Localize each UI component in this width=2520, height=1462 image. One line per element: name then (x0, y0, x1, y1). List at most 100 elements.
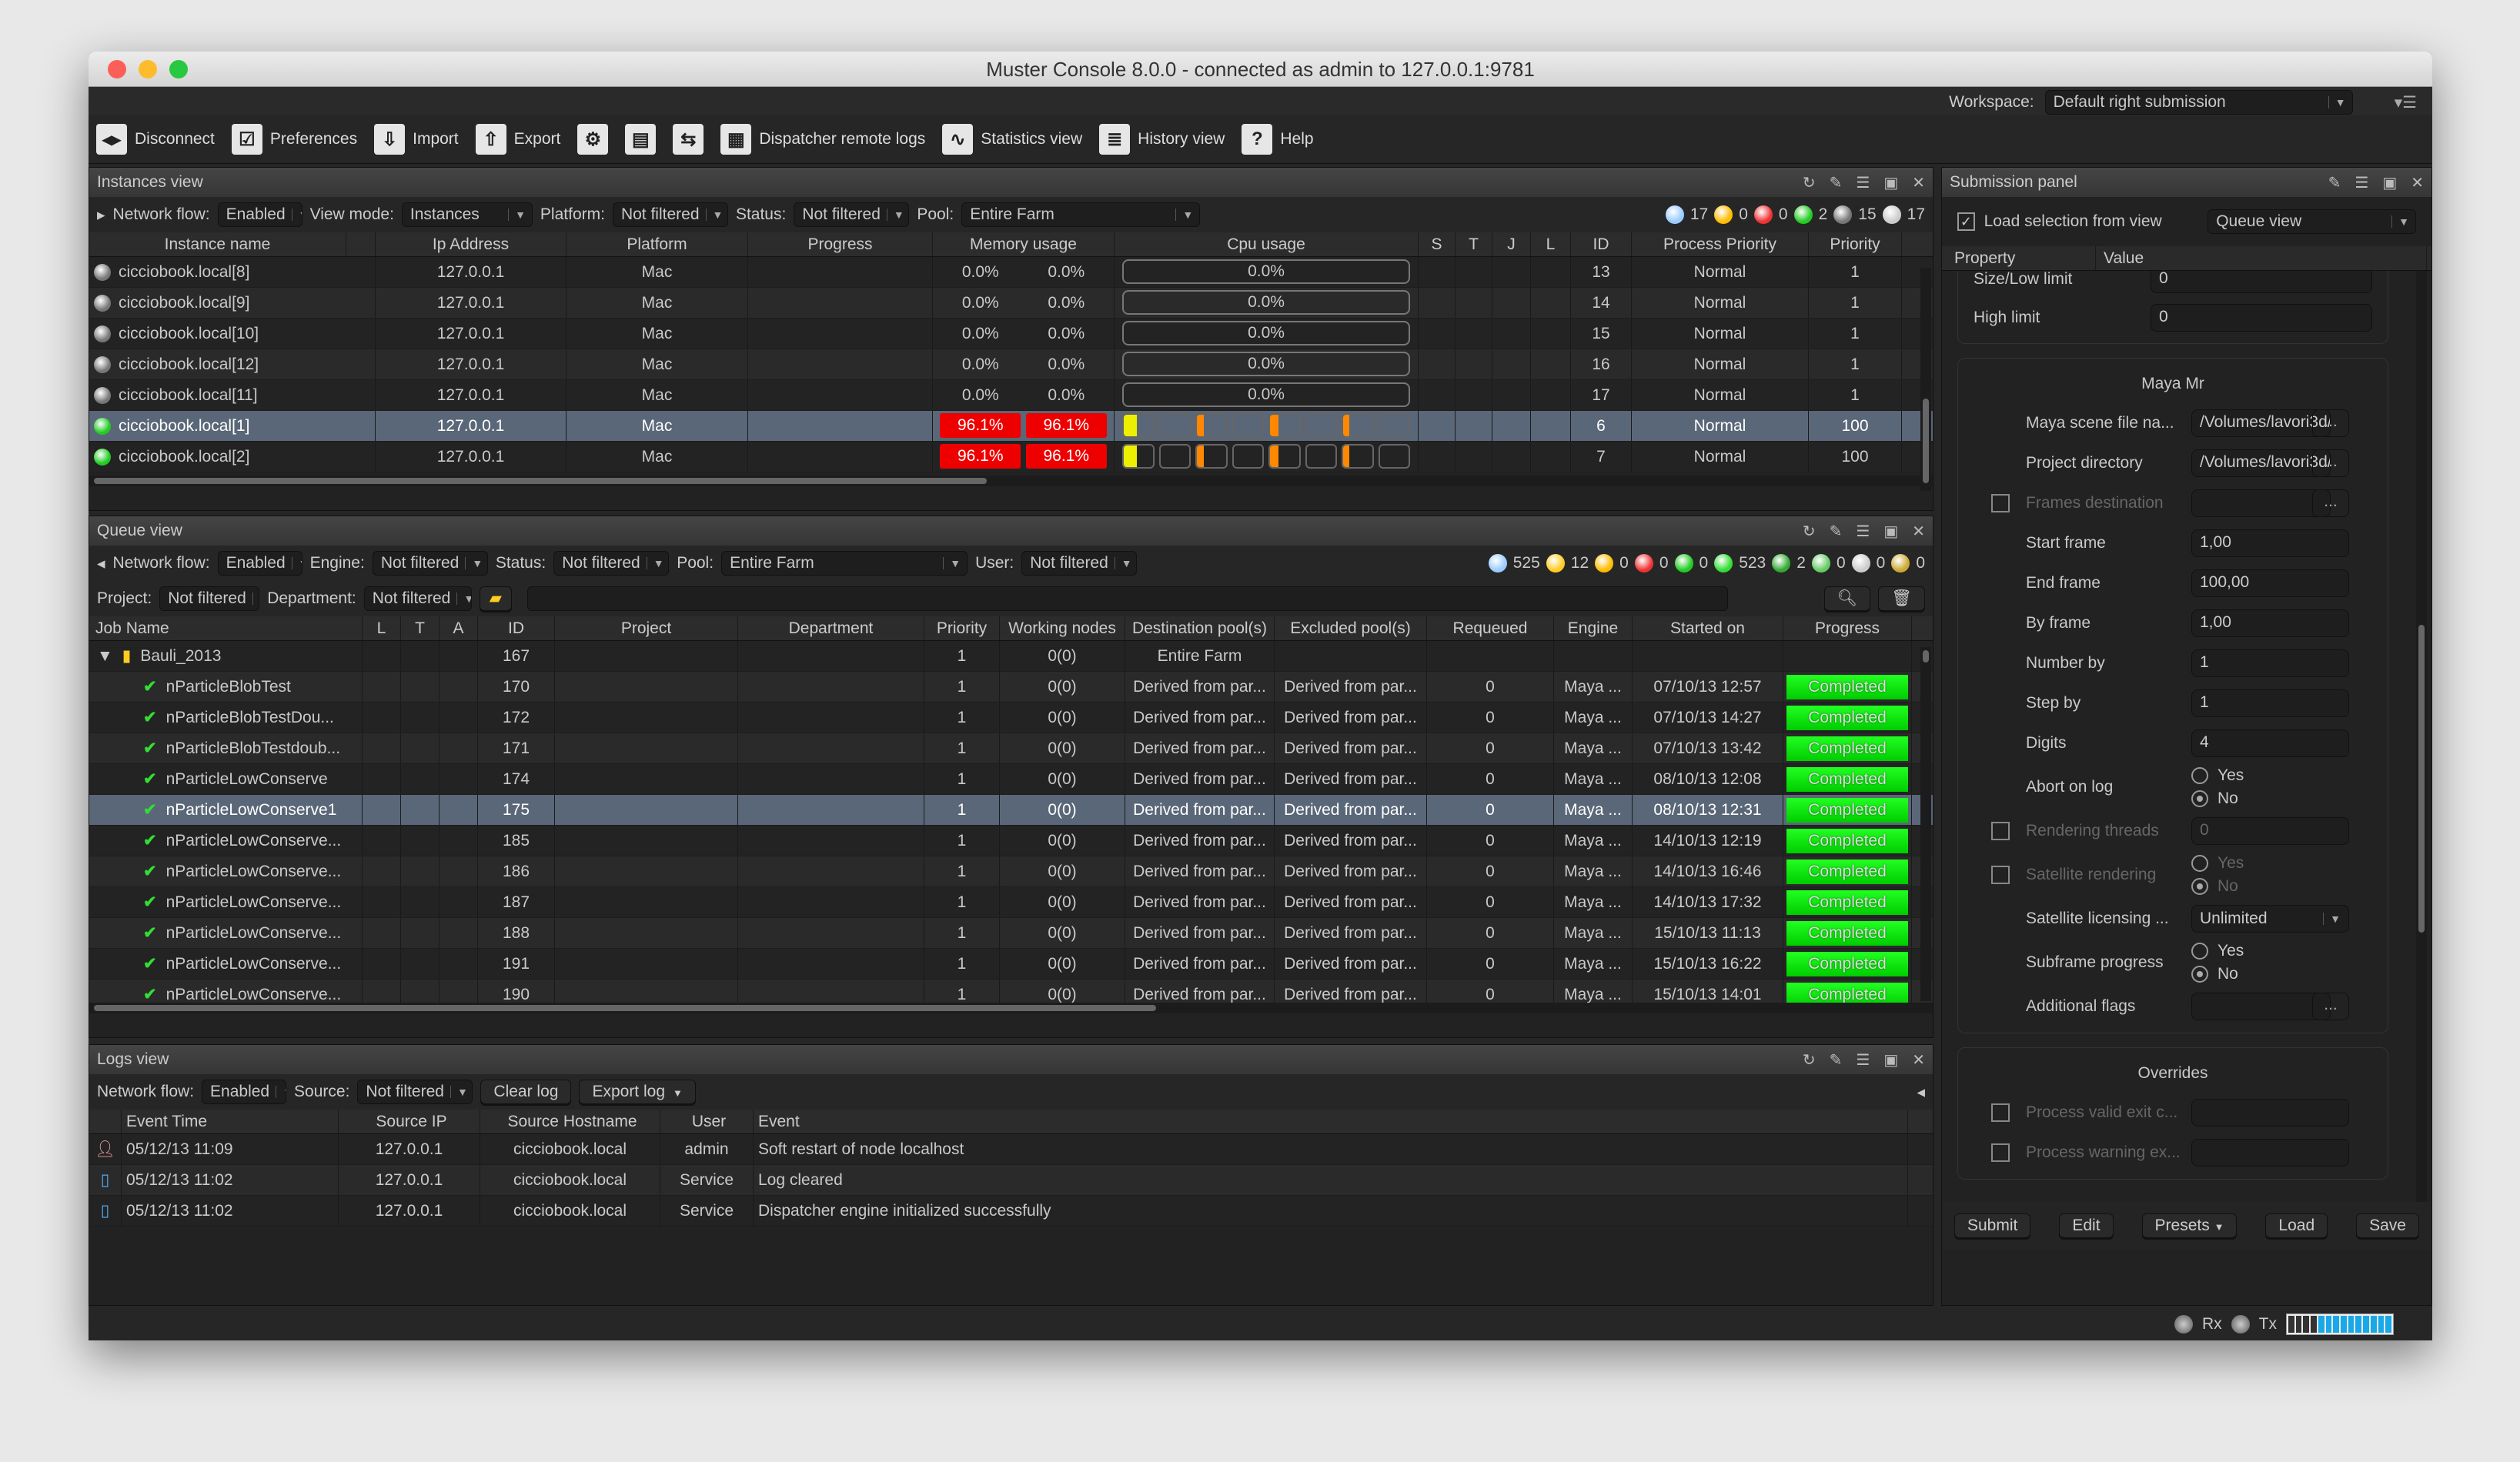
column-header[interactable]: Progress (748, 232, 933, 256)
property-input[interactable]: 1,00 (2191, 609, 2349, 637)
instance-row[interactable]: cicciobook.local[9] 127.0.0.1 Mac 0.0% 0.0% 0… (89, 288, 1933, 319)
workspace-menu-icon[interactable]: ▾☰ (2395, 93, 2417, 112)
source-view-select[interactable]: Queue view ▼ (2208, 209, 2416, 234)
column-header[interactable]: Started on (1633, 616, 1783, 640)
menu-icon[interactable]: ☰ (1856, 1050, 1870, 1070)
radio-option-yes[interactable]: Yes (2191, 764, 2244, 787)
column-header[interactable]: Requeued (1427, 616, 1554, 640)
column-header[interactable]: Instance name (89, 232, 346, 256)
zoom-window-button[interactable] (169, 60, 188, 78)
toolbar-button-history-view[interactable]: ≣ History view (1099, 124, 1225, 155)
close-window-button[interactable] (108, 60, 126, 78)
menu-icon[interactable]: ☰ (1856, 522, 1870, 541)
user-select[interactable]: Not filtered ▼ (1021, 551, 1138, 576)
browse-button[interactable]: ... (2312, 409, 2349, 437)
enable-checkbox[interactable] (1991, 822, 2010, 840)
job-row[interactable]: ✔ nParticleBlobTestdoub... 171 1 0(0) Derived… (89, 733, 1933, 764)
pin-icon[interactable]: ✎ (1830, 1050, 1843, 1070)
column-header[interactable] (89, 1110, 122, 1133)
radio-button[interactable] (2191, 878, 2208, 896)
close-icon[interactable]: ✕ (1912, 173, 1925, 192)
property-input[interactable]: 4 (2191, 729, 2349, 757)
department-select[interactable]: Not filtered ▼ (363, 586, 472, 611)
property-input[interactable]: 0 (2151, 271, 2372, 293)
queue-vertical-scrollbar[interactable] (1920, 647, 1931, 1001)
toolbar-button-help[interactable]: ? Help (1242, 124, 1314, 155)
job-row[interactable]: ✔ nParticleLowConserve 174 1 0(0) Derived fro… (89, 764, 1933, 795)
job-row[interactable]: ✔ nParticleLowConserve1 175 1 0(0) Derived fr… (89, 795, 1933, 826)
export-log-button[interactable]: Export log ▼ (579, 1080, 696, 1104)
property-input[interactable]: 0 (2151, 304, 2372, 332)
column-header[interactable]: S (1419, 232, 1456, 256)
view-mode-select[interactable]: Instances ▼ (401, 202, 533, 227)
minimize-window-button[interactable] (139, 60, 157, 78)
network-flow-select[interactable]: Enabled ▼ (217, 202, 302, 227)
folder-filter-button[interactable]: ▰ (479, 586, 512, 611)
edit-button[interactable]: Edit (2059, 1213, 2114, 1238)
job-row[interactable]: ✔ nParticleLowConserve... 185 1 0(0) Derived … (89, 826, 1933, 856)
column-header[interactable]: Priority (1809, 232, 1902, 256)
platform-select[interactable]: Not filtered ▼ (612, 202, 728, 227)
pin-icon[interactable]: ✎ (1830, 522, 1843, 541)
property-input[interactable]: 1 (2191, 689, 2349, 717)
close-icon[interactable]: ✕ (1912, 1050, 1925, 1070)
pin-icon[interactable]: ✎ (1830, 173, 1843, 192)
toolbar-button-disconnect[interactable]: ◂▸ Disconnect (96, 124, 215, 155)
pin-icon[interactable]: ✎ (2328, 173, 2341, 192)
property-input[interactable] (2191, 1139, 2349, 1167)
radio-button[interactable] (2191, 790, 2208, 808)
column-header[interactable]: L (363, 616, 401, 640)
instance-row[interactable]: cicciobook.local[8] 127.0.0.1 Mac 0.0% 0.0% 0… (89, 257, 1933, 288)
workspace-select[interactable]: Default right submission ▼ (2044, 90, 2353, 115)
column-header[interactable]: Progress (1783, 616, 1912, 640)
menu-icon[interactable]: ☰ (1856, 173, 1870, 192)
toolbar-button-preferences[interactable]: ☑ Preferences (231, 124, 357, 155)
instance-row[interactable]: cicciobook.local[2] 127.0.0.1 Mac 96.1% 96.1… (89, 442, 1933, 472)
property-select[interactable]: Unlimited ▼ (2191, 905, 2349, 933)
radio-option-no[interactable]: No (2191, 875, 2244, 898)
status-select[interactable]: Not filtered ▼ (794, 202, 910, 227)
collapse-arrow-icon[interactable]: ◂ (97, 554, 105, 573)
instance-row[interactable]: cicciobook.local[11] 127.0.0.1 Mac 0.0% 0.0%… (89, 380, 1933, 411)
enable-checkbox[interactable] (1991, 866, 2010, 884)
property-input[interactable]: 1 (2191, 649, 2349, 677)
toolbar-button-export[interactable]: ⇧ Export (475, 124, 560, 155)
property-input[interactable] (2191, 993, 2331, 1020)
log-source-select[interactable]: Not filtered ▼ (357, 1080, 473, 1104)
column-header[interactable] (346, 232, 376, 256)
property-input[interactable] (2191, 1099, 2349, 1127)
job-row[interactable]: ✔ nParticleLowConserve... 191 1 0(0) Derived … (89, 949, 1933, 980)
float-icon[interactable]: ▣ (1883, 1050, 1898, 1070)
column-header[interactable]: ID (478, 616, 555, 640)
column-header[interactable]: Event Time (122, 1110, 339, 1133)
job-row[interactable]: ✔ nParticleBlobTest 170 1 0(0) Derived from p… (89, 672, 1933, 703)
browse-button[interactable]: ... (2312, 489, 2349, 517)
job-row[interactable]: ✔ nParticleLowConserve... 190 1 0(0) Derived … (89, 980, 1933, 1003)
column-header[interactable]: Source Hostname (480, 1110, 660, 1133)
refresh-icon[interactable]: ↻ (1803, 522, 1816, 541)
expand-arrow-icon[interactable]: ▸ (97, 205, 105, 225)
pool-select[interactable]: Entire Farm ▼ (721, 551, 968, 576)
load-selection-checkbox[interactable]: ✓ (1957, 212, 1975, 231)
column-header[interactable]: T (401, 616, 439, 640)
job-row[interactable]: ✔ nParticleLowConserve... 187 1 0(0) Derived … (89, 887, 1933, 918)
column-header[interactable]: L (1531, 232, 1571, 256)
close-icon[interactable]: ✕ (2411, 173, 2424, 192)
browse-button[interactable]: ... (2312, 449, 2349, 477)
column-header[interactable]: Platform (566, 232, 748, 256)
column-header[interactable]: Priority (924, 616, 1000, 640)
column-header[interactable]: Department (738, 616, 924, 640)
column-header[interactable]: Memory usage (933, 232, 1115, 256)
property-input[interactable] (2191, 489, 2331, 517)
column-header[interactable]: Source IP (339, 1110, 480, 1133)
instance-row[interactable]: cicciobook.local[12] 127.0.0.1 Mac 0.0% 0.0%… (89, 349, 1933, 380)
radio-option-no[interactable]: No (2191, 787, 2244, 810)
enable-checkbox[interactable] (1991, 1103, 2010, 1122)
save-button[interactable]: Save (2356, 1213, 2419, 1238)
radio-option-yes[interactable]: Yes (2191, 852, 2244, 875)
job-row[interactable]: ✔ nParticleLowConserve... 188 1 0(0) Derived … (89, 918, 1933, 949)
property-input[interactable]: 0 (2191, 817, 2349, 845)
column-header[interactable]: Excluded pool(s) (1275, 616, 1427, 640)
presets-button[interactable]: Presets ▼ (2141, 1213, 2238, 1238)
toolbar-button-terminal-dropdown[interactable]: ⇆ (673, 124, 704, 155)
